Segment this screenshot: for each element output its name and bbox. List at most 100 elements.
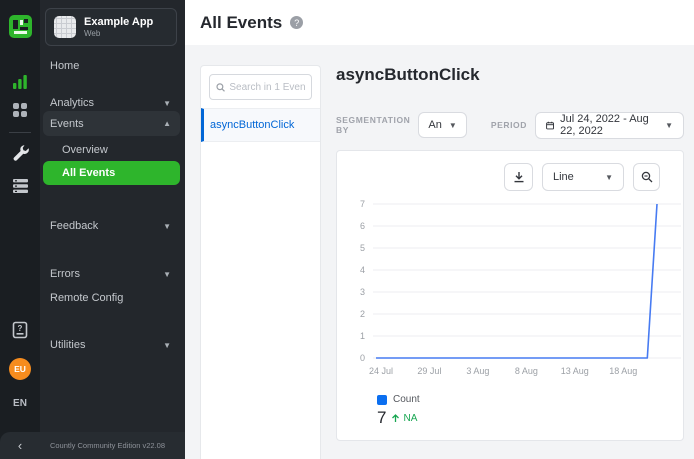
- sidebar-item-errors[interactable]: Errors ▼: [43, 263, 180, 285]
- sidebar-item-label: All Events: [62, 167, 115, 179]
- main-area: All Events ? asyncButtonClick asyncButto…: [185, 0, 694, 459]
- sidebar-item-feedback[interactable]: Feedback ▼: [43, 215, 180, 237]
- chart-type-dropdown[interactable]: Line ▼: [542, 163, 624, 191]
- wrench-glyph: [12, 144, 29, 161]
- analytics-bar-chart-icon[interactable]: [0, 72, 40, 92]
- sidebar-item-label: Overview: [62, 144, 108, 156]
- event-search: [209, 74, 312, 100]
- countly-logo-glyph: [9, 15, 32, 38]
- sidebar-item-home[interactable]: Home: [43, 55, 180, 77]
- trend-up-icon: [391, 414, 400, 423]
- sidebar-item-label: Feedback: [50, 220, 98, 232]
- segmentation-value: An: [428, 119, 441, 131]
- language-selector[interactable]: EN: [0, 395, 40, 411]
- help-center-icon[interactable]: ?: [0, 320, 40, 340]
- data-manager-icon[interactable]: [0, 176, 40, 196]
- svg-text:4: 4: [360, 265, 365, 275]
- chevron-down-icon: ▼: [163, 270, 171, 279]
- period-value: Jul 24, 2022 - Aug 22, 2022: [560, 113, 659, 137]
- language-label: EN: [13, 398, 27, 409]
- countly-app-window: ? EU EN Example App Web Home Analytics ▼ Ev…: [0, 0, 694, 459]
- chevron-down-icon: ▼: [163, 222, 171, 231]
- chevron-down-icon: ▼: [665, 121, 673, 130]
- svg-text:18 Aug: 18 Aug: [609, 366, 637, 376]
- icon-rail: ? EU EN: [0, 0, 40, 459]
- apps-grid-icon[interactable]: [0, 100, 40, 120]
- sidebar-item-label: Analytics: [50, 97, 94, 109]
- svg-text:13 Aug: 13 Aug: [561, 366, 589, 376]
- chart-legend: Count 7 NA: [377, 394, 420, 428]
- zoom-chart-button[interactable]: [633, 163, 660, 191]
- sidebar-item-label: Home: [50, 60, 79, 72]
- sidebar-item-all-events[interactable]: All Events: [43, 161, 180, 185]
- apps-grid-glyph: [12, 102, 28, 118]
- topbar: All Events ?: [185, 0, 694, 45]
- event-list-item[interactable]: asyncButtonClick: [201, 108, 320, 142]
- sidebar: Example App Web Home Analytics ▼ Events ▲ Ove…: [40, 0, 185, 459]
- chevron-down-icon: ▼: [449, 121, 457, 130]
- count-series-swatch: [377, 395, 387, 405]
- count-trend: NA: [391, 413, 417, 424]
- svg-text:1: 1: [360, 331, 365, 341]
- chart-type-value: Line: [553, 171, 574, 183]
- search-icon: [216, 82, 225, 93]
- collapse-sidebar-button[interactable]: ‹: [0, 432, 40, 459]
- countly-logo-icon[interactable]: [0, 14, 40, 38]
- magnifier-icon: [641, 171, 653, 183]
- count-total: 7: [377, 408, 386, 428]
- sidebar-item-overview[interactable]: Overview: [43, 139, 180, 161]
- app-name: Example App: [84, 16, 153, 29]
- sidebar-item-remote-config[interactable]: Remote Config: [43, 287, 180, 309]
- download-icon: [513, 171, 525, 183]
- period-datepicker[interactable]: Jul 24, 2022 - Aug 22, 2022 ▼: [535, 112, 684, 139]
- segmentation-dropdown[interactable]: An ▼: [418, 112, 466, 138]
- period-label: PERIOD: [491, 120, 527, 130]
- events-list-card: asyncButtonClick: [200, 65, 321, 459]
- event-list: asyncButtonClick: [201, 108, 320, 142]
- rail-divider: [9, 132, 31, 133]
- svg-text:6: 6: [360, 221, 365, 231]
- chevron-down-icon: ▼: [163, 99, 171, 108]
- event-count-chart: 0123456724 Jul29 Jul3 Aug8 Aug13 Aug18 A…: [343, 196, 683, 384]
- user-avatar[interactable]: EU: [0, 357, 40, 381]
- app-selector[interactable]: Example App Web: [45, 8, 177, 46]
- app-platform: Web: [84, 29, 153, 38]
- app-icon: [54, 16, 76, 38]
- sidebar-item-label: Utilities: [50, 339, 85, 351]
- svg-text:5: 5: [360, 243, 365, 253]
- event-detail-title: asyncButtonClick: [336, 65, 480, 85]
- search-input[interactable]: [229, 82, 305, 93]
- sidebar-item-label: Events: [50, 118, 84, 130]
- chevron-down-icon: ▼: [163, 341, 171, 350]
- page-title: All Events: [200, 13, 282, 33]
- svg-text:7: 7: [360, 199, 365, 209]
- management-wrench-icon[interactable]: [0, 142, 40, 162]
- version-label: Countly Community Edition v22.08: [40, 441, 185, 450]
- sidebar-footer: ‹ Countly Community Edition v22.08: [0, 432, 185, 459]
- sidebar-item-label: Errors: [50, 268, 80, 280]
- svg-text:8 Aug: 8 Aug: [515, 366, 538, 376]
- chart-toolbar: Line ▼: [504, 163, 660, 191]
- count-series-label: Count: [393, 394, 420, 405]
- segmentation-label: SEGMENTATION BY: [336, 115, 410, 135]
- chevron-up-icon: ▲: [163, 119, 171, 128]
- chevron-down-icon: ▼: [605, 173, 613, 182]
- chart-card: Line ▼ 0123456724 Jul29 Jul3 Aug8 Aug13 …: [336, 150, 684, 441]
- svg-text:0: 0: [360, 353, 365, 363]
- svg-text:2: 2: [360, 309, 365, 319]
- download-chart-button[interactable]: [504, 163, 533, 191]
- help-doc-glyph: ?: [12, 321, 28, 339]
- help-icon[interactable]: ?: [290, 16, 303, 29]
- svg-text:3: 3: [360, 287, 365, 297]
- svg-text:29 Jul: 29 Jul: [417, 366, 441, 376]
- data-stack-glyph: [12, 178, 29, 194]
- bar-chart-glyph: [12, 74, 28, 90]
- count-change: NA: [403, 413, 417, 424]
- sidebar-item-label: Remote Config: [50, 292, 123, 304]
- content: asyncButtonClick asyncButtonClick SEGMEN…: [185, 45, 694, 459]
- detail-controls: SEGMENTATION BY An ▼ PERIOD Jul 24, 2022…: [336, 111, 684, 139]
- sidebar-item-events[interactable]: Events ▲: [43, 111, 180, 136]
- svg-text:?: ?: [18, 324, 23, 333]
- sidebar-item-utilities[interactable]: Utilities ▼: [43, 334, 180, 356]
- svg-text:3 Aug: 3 Aug: [466, 366, 489, 376]
